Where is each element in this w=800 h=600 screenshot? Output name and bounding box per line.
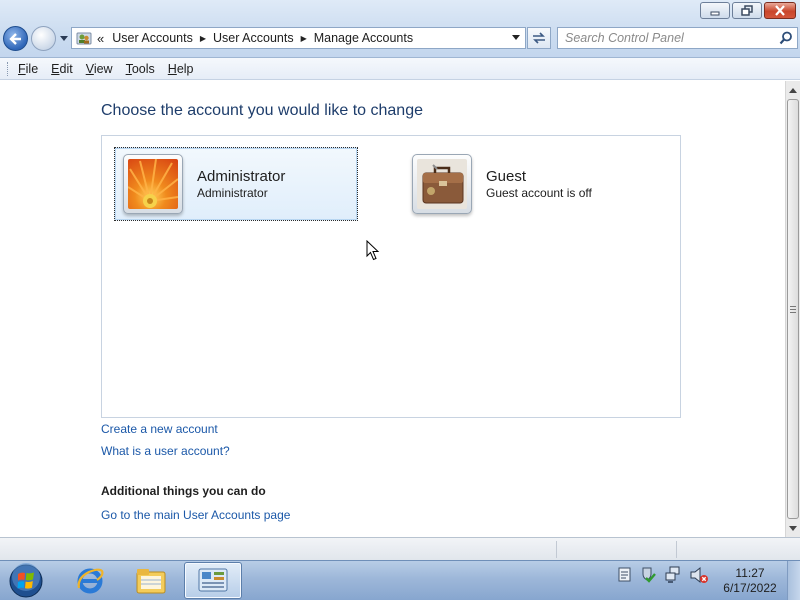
menu-tools[interactable]: Tools [126,62,155,76]
close-icon [775,5,785,16]
scroll-up-button[interactable] [786,82,800,98]
security-shield-icon[interactable] [639,566,657,584]
account-picture [123,154,183,214]
account-tile-guest[interactable]: Guest Guest account is off [404,147,648,221]
account-picture [412,154,472,214]
clock-time: 11:27 [735,566,765,580]
back-arrow-icon [8,32,21,45]
what-is-user-account-link[interactable]: What is a user account? [101,444,230,458]
menu-view[interactable]: View [86,62,113,76]
main-user-accounts-link[interactable]: Go to the main User Accounts page [101,508,290,522]
account-tile-administrator[interactable]: Administrator Administrator [114,147,358,221]
network-icon[interactable] [664,566,682,584]
close-button[interactable] [764,2,796,19]
menu-file[interactable]: File [18,62,38,76]
taskbar-control-panel[interactable] [184,562,242,599]
menu-help[interactable]: Help [168,62,194,76]
breadcrumb-separator-icon[interactable]: ▶ [200,34,206,43]
breadcrumb-user-accounts-1[interactable]: User Accounts [112,31,193,45]
maximize-button[interactable] [732,2,762,19]
forward-button[interactable] [31,26,56,51]
menu-bar: File Edit View Tools Help [0,58,800,80]
additional-things-heading: Additional things you can do [101,484,266,498]
account-name: Administrator [197,168,286,185]
overflow-chevron[interactable]: « [97,31,104,46]
search-icon[interactable] [779,31,793,45]
vertical-scrollbar[interactable] [785,81,800,537]
account-name: Guest [486,168,527,185]
show-desktop-button[interactable] [787,561,800,600]
scroll-thumb[interactable] [787,99,799,519]
breadcrumb-manage-accounts[interactable]: Manage Accounts [314,31,413,45]
back-button[interactable] [3,26,28,51]
breadcrumb-user-accounts-2[interactable]: User Accounts [213,31,294,45]
thumb-grip-icon [790,305,796,313]
chevron-down-icon [59,35,68,41]
window-chrome: « User Accounts ▶ User Accounts ▶ Manage… [0,0,800,58]
search-input[interactable] [558,28,768,48]
scroll-down-button[interactable] [786,520,800,536]
accounts-list: Administrator Administrator Guest Guest … [101,135,681,418]
status-bar [0,537,800,560]
refresh-icon [533,32,545,44]
refresh-button[interactable] [527,27,551,49]
taskbar-clock[interactable]: 11:27 6/17/2022 [718,566,782,596]
system-tray [618,566,709,584]
restore-icon [741,5,753,16]
minimize-button[interactable] [700,2,730,19]
action-center-icon[interactable] [618,567,632,583]
orange-flower-picture [128,159,178,209]
account-type: Administrator [197,186,268,200]
taskbar: 11:27 6/17/2022 [0,560,800,600]
status-separator [676,541,677,558]
breadcrumb-separator-icon[interactable]: ▶ [301,34,307,43]
page-title: Choose the account you would like to cha… [101,102,423,119]
create-account-link[interactable]: Create a new account [101,422,218,436]
main-content: Choose the account you would like to cha… [0,81,785,537]
windows-orb-icon [9,563,43,598]
address-dropdown-icon[interactable] [511,34,521,42]
clock-date: 6/17/2022 [723,581,777,595]
taskbar-windows-explorer[interactable] [122,562,180,599]
menu-grip [7,61,10,76]
recent-pages-dropdown[interactable] [59,33,68,43]
control-panel-icon [198,568,228,591]
chevron-up-icon [789,87,797,93]
search-box[interactable] [557,27,798,49]
minimize-icon [710,11,720,15]
menu-edit[interactable]: Edit [51,62,73,76]
mouse-cursor-icon [366,240,380,261]
status-separator [556,541,557,558]
user-accounts-icon [76,32,92,45]
internet-explorer-icon [77,568,104,593]
account-status: Guest account is off [486,186,592,200]
windows-explorer-icon [136,568,166,593]
chevron-down-icon [789,525,797,531]
volume-muted-icon[interactable] [689,566,709,584]
caption-buttons [700,2,796,19]
briefcase-picture [417,159,467,209]
taskbar-internet-explorer[interactable] [61,562,119,599]
start-button[interactable] [6,563,46,599]
address-bar[interactable]: « User Accounts ▶ User Accounts ▶ Manage… [71,27,526,49]
